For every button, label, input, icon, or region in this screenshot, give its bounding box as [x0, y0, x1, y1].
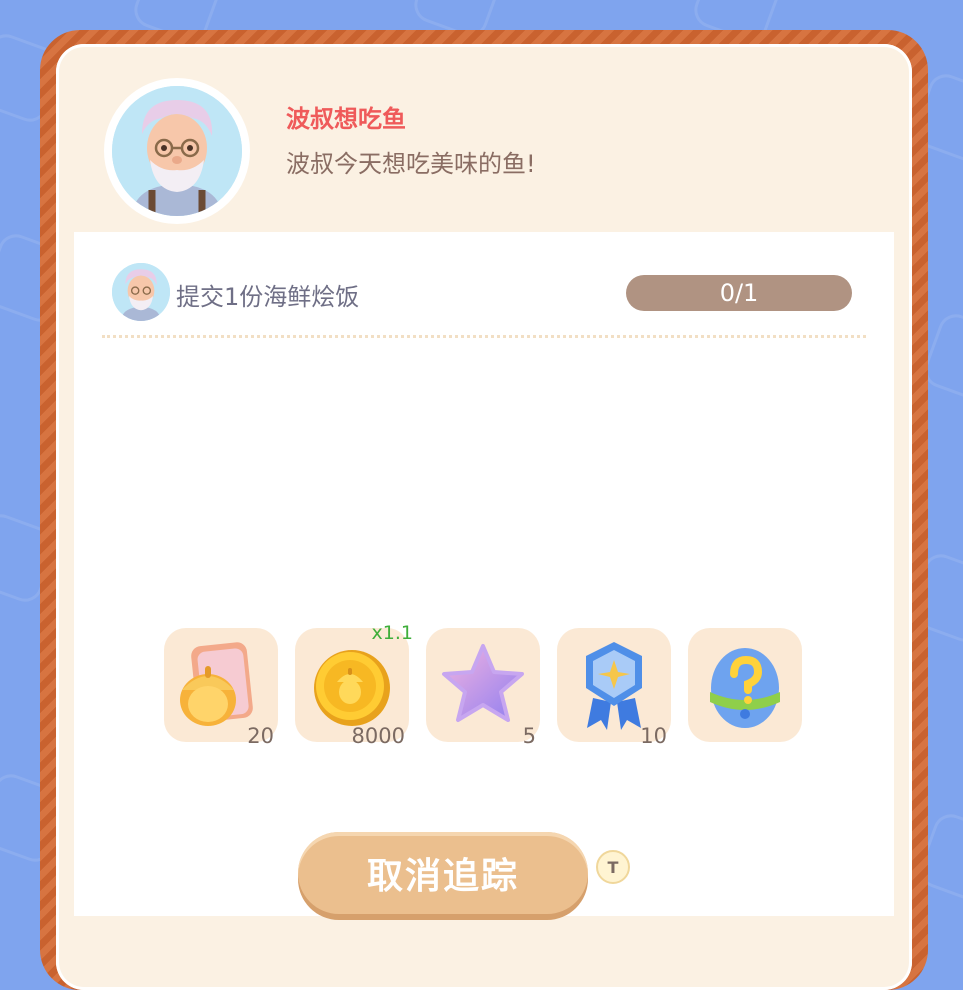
grandpa-portrait-icon: [112, 86, 242, 216]
reward-count: 5: [522, 724, 536, 748]
cancel-tracking-button[interactable]: 取消追踪: [298, 832, 588, 914]
task-row: 提交1份海鲜烩饭 0/1: [112, 263, 862, 323]
reward-list: 20 x1.1 8000 5 10: [164, 622, 806, 748]
task-progress: 0/1: [626, 275, 852, 311]
task-avatar-icon: [112, 263, 170, 321]
reward-item[interactable]: 5: [426, 628, 540, 748]
reward-item[interactable]: x1.1 8000: [295, 622, 413, 748]
task-text: 提交1份海鲜烩饭: [176, 283, 360, 311]
quest-title: 波叔想吃鱼: [286, 105, 406, 133]
reward-count: 10: [640, 724, 667, 748]
reward-count: 20: [247, 724, 274, 748]
divider: [102, 335, 866, 338]
quest-description: 波叔今天想吃美味的鱼!: [286, 150, 536, 178]
npc-avatar: [104, 78, 250, 224]
shortcut-key-badge: T: [596, 850, 630, 884]
reward-item[interactable]: [688, 628, 802, 742]
reward-count: 8000: [351, 724, 405, 748]
mystery-egg-icon: [710, 648, 780, 728]
reward-multiplier: x1.1: [371, 622, 413, 644]
reward-item[interactable]: 20: [164, 628, 278, 748]
reward-item[interactable]: 10: [557, 628, 671, 748]
quest-content: 提交1份海鲜烩饭 0/1 20 x1.1 8000 5 10: [74, 232, 894, 916]
